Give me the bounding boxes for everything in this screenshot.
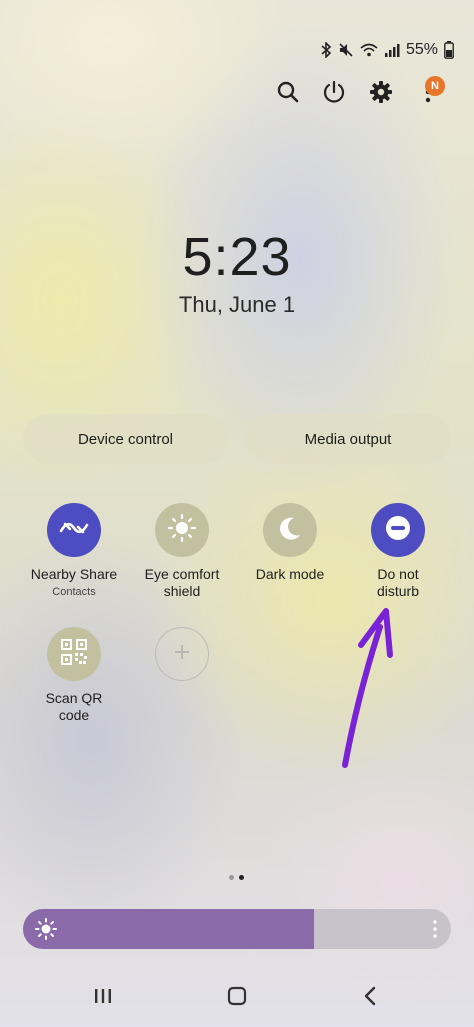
- tile-sublabel: Contacts: [52, 586, 96, 598]
- status-bar: 55%: [320, 40, 454, 60]
- brightness-more-icon[interactable]: [433, 920, 437, 943]
- search-button[interactable]: [274, 80, 302, 108]
- tile-label: Scan QR code: [45, 690, 103, 723]
- wifi-icon: [360, 42, 378, 58]
- media-output-label: Media output: [304, 430, 392, 448]
- bluetooth-icon: [320, 42, 332, 58]
- device-control-button[interactable]: Device control: [23, 414, 228, 464]
- eye-comfort-icon: [167, 513, 197, 548]
- do-not-disturb-icon: [384, 514, 412, 547]
- do-not-disturb-toggle[interactable]: [371, 503, 425, 557]
- eye-comfort-toggle[interactable]: [155, 503, 209, 557]
- tile-eye-comfort[interactable]: Eye comfort shield: [127, 503, 237, 600]
- brightness-fill: [23, 909, 315, 949]
- recent-apps-icon: [94, 988, 112, 1009]
- media-output-button[interactable]: Media output: [245, 414, 451, 464]
- add-tile-button[interactable]: [155, 627, 209, 681]
- annotation-arrow: [342, 608, 393, 768]
- battery-percent: 55%: [405, 41, 438, 58]
- moon-icon: [277, 515, 303, 546]
- page-dot: [229, 875, 234, 880]
- notification-badge: N: [425, 76, 445, 96]
- power-icon: [322, 80, 346, 109]
- device-control-label: Device control: [77, 430, 174, 448]
- home-button[interactable]: [217, 978, 257, 1018]
- tile-dark-mode[interactable]: Dark mode: [235, 503, 345, 583]
- brightness-slider[interactable]: [23, 909, 451, 949]
- back-button[interactable]: [350, 978, 390, 1018]
- tile-label: Dark mode: [255, 566, 325, 582]
- plus-icon: [173, 643, 191, 666]
- add-tile-circle[interactable]: [155, 627, 209, 681]
- tile-label: Do not disturb: [376, 566, 420, 599]
- gear-icon: [369, 80, 393, 109]
- dark-mode-toggle[interactable]: [263, 503, 317, 557]
- qr-code-icon: [61, 638, 87, 670]
- tile-label: Nearby Share: [30, 566, 118, 582]
- mute-vibrate-icon: [338, 42, 354, 58]
- scan-qr-toggle[interactable]: [47, 627, 101, 681]
- clock-date: Thu, June 1: [178, 292, 296, 317]
- nearby-share-icon: [59, 518, 89, 543]
- power-button[interactable]: [320, 80, 348, 108]
- nearby-share-toggle[interactable]: [47, 503, 101, 557]
- home-icon: [227, 986, 247, 1011]
- tile-do-not-disturb[interactable]: Do not disturb: [343, 503, 453, 600]
- tile-scan-qr[interactable]: Scan QR code: [19, 627, 129, 724]
- tile-label: Eye comfort shield: [144, 566, 220, 599]
- back-icon: [363, 986, 377, 1011]
- clock-time: 5:23: [182, 227, 292, 287]
- page-indicator: [229, 875, 244, 880]
- search-icon: [277, 81, 299, 108]
- recent-apps-button[interactable]: [83, 978, 123, 1018]
- signal-icon: [384, 42, 400, 58]
- tile-nearby-share[interactable]: Nearby Share Contacts: [19, 503, 129, 598]
- page-dot-active: [239, 875, 244, 880]
- battery-icon: [444, 41, 454, 59]
- sun-icon: [35, 918, 57, 945]
- settings-button[interactable]: [367, 80, 395, 108]
